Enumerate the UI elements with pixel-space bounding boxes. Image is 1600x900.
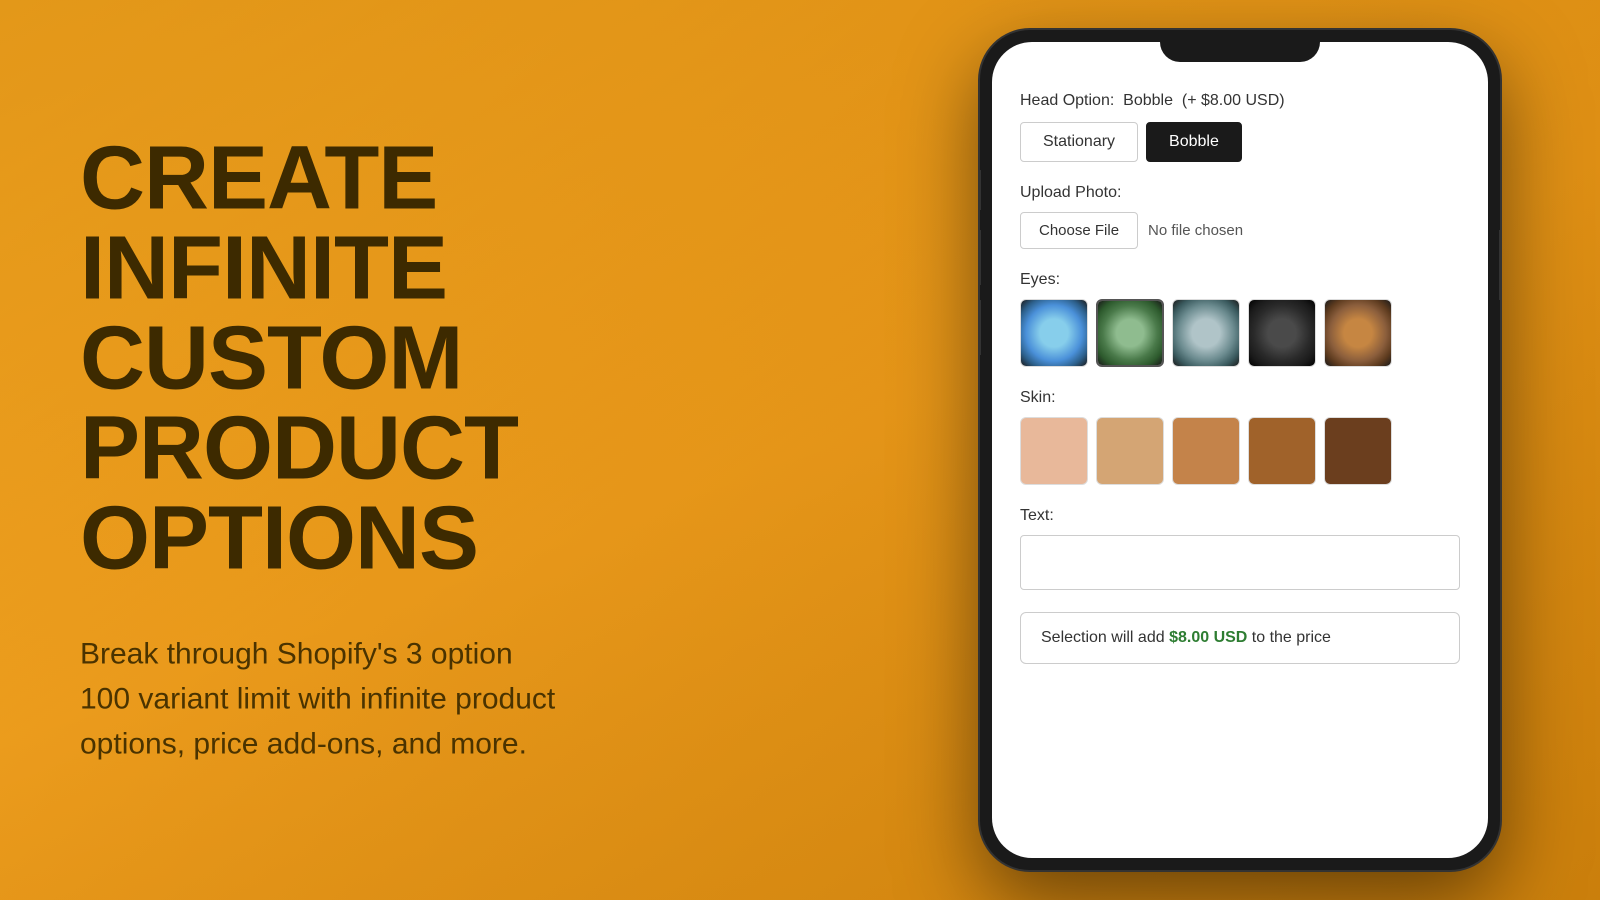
headline-line1: CREATE xyxy=(80,134,780,224)
headline-line2: INFINITE CUSTOM xyxy=(80,224,780,404)
text-label: Text: xyxy=(1020,507,1460,525)
side-button-left3 xyxy=(980,300,981,355)
side-button-left2 xyxy=(980,230,981,285)
head-option-buttons: Stationary Bobble xyxy=(1020,122,1460,162)
head-option-value: Bobble xyxy=(1123,92,1173,109)
subtext: Break through Shopify's 3 option 100 var… xyxy=(80,632,780,767)
eyes-section: Eyes: xyxy=(1020,271,1460,367)
eye-swatch-green[interactable] xyxy=(1096,299,1164,367)
eye-swatch-blue[interactable] xyxy=(1020,299,1088,367)
eye-swatch-brown[interactable] xyxy=(1324,299,1392,367)
screen-content: Head Option: Bobble (+ $8.00 USD) Statio… xyxy=(992,42,1488,858)
skin-label: Skin: xyxy=(1020,389,1460,407)
eyes-grid xyxy=(1020,299,1460,367)
text-input[interactable] xyxy=(1020,535,1460,590)
head-option-label: Head Option: Bobble (+ $8.00 USD) xyxy=(1020,92,1460,110)
eye-gray-inner xyxy=(1173,300,1239,366)
file-input-area: Choose File No file chosen xyxy=(1020,212,1460,249)
phone-notch xyxy=(1160,30,1320,62)
eye-dark-inner xyxy=(1249,300,1315,366)
skin-swatch-2[interactable] xyxy=(1096,417,1164,485)
eye-green-inner xyxy=(1098,301,1162,365)
side-button-left1 xyxy=(980,170,981,210)
eye-blue-inner xyxy=(1021,300,1087,366)
price-summary: Selection will add $8.00 USD to the pric… xyxy=(1020,612,1460,664)
bobble-button[interactable]: Bobble xyxy=(1146,122,1242,162)
phone-frame: Head Option: Bobble (+ $8.00 USD) Statio… xyxy=(980,30,1500,870)
upload-label: Upload Photo: xyxy=(1020,184,1460,202)
skin-swatch-3[interactable] xyxy=(1172,417,1240,485)
choose-file-button[interactable]: Choose File xyxy=(1020,212,1138,249)
skin-swatch-1[interactable] xyxy=(1020,417,1088,485)
eye-swatch-gray[interactable] xyxy=(1172,299,1240,367)
price-amount: $8.00 USD xyxy=(1169,629,1247,646)
head-option-key: Head Option: xyxy=(1020,92,1114,109)
text-section: Text: xyxy=(1020,507,1460,590)
left-panel: CREATE INFINITE CUSTOM PRODUCT OPTIONS B… xyxy=(80,134,780,767)
head-option-price: (+ $8.00 USD) xyxy=(1182,92,1285,109)
skin-section: Skin: xyxy=(1020,389,1460,485)
price-suffix: to the price xyxy=(1247,629,1331,646)
head-option-section: Head Option: Bobble (+ $8.00 USD) Statio… xyxy=(1020,92,1460,162)
phone-mockup: Head Option: Bobble (+ $8.00 USD) Statio… xyxy=(980,30,1500,870)
eye-brown-inner xyxy=(1325,300,1391,366)
stationary-button[interactable]: Stationary xyxy=(1020,122,1138,162)
skin-swatch-5[interactable] xyxy=(1324,417,1392,485)
phone-screen: Head Option: Bobble (+ $8.00 USD) Statio… xyxy=(992,42,1488,858)
headline-line3: PRODUCT OPTIONS xyxy=(80,404,780,584)
eyes-label: Eyes: xyxy=(1020,271,1460,289)
eye-swatch-dark[interactable] xyxy=(1248,299,1316,367)
side-button-right xyxy=(1499,230,1500,300)
skin-grid xyxy=(1020,417,1460,485)
headline: CREATE INFINITE CUSTOM PRODUCT OPTIONS xyxy=(80,134,780,584)
price-prefix: Selection will add xyxy=(1041,629,1169,646)
upload-section: Upload Photo: Choose File No file chosen xyxy=(1020,184,1460,249)
no-file-label: No file chosen xyxy=(1148,222,1243,239)
skin-swatch-4[interactable] xyxy=(1248,417,1316,485)
